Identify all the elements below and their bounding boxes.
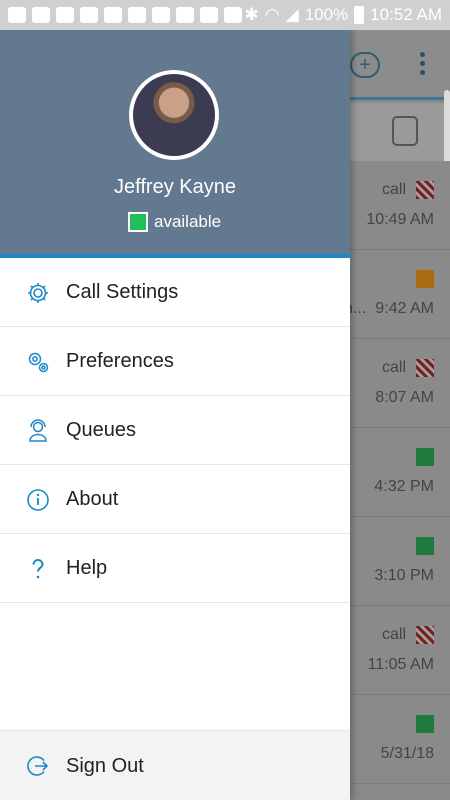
bluetooth-icon: ✱ [244,5,259,24]
row-type: call [381,626,406,643]
signal-icon: ◢ [285,5,299,24]
menu-label: Call Settings [66,281,179,303]
wifi-icon: ◠ [264,5,280,24]
status-marker [416,448,434,466]
status-marker [416,626,434,644]
menu-label: Queues [66,419,137,441]
notification-icon [176,7,194,23]
building-icon[interactable] [392,116,418,146]
presence-status[interactable]: available [128,212,221,232]
notification-icon [32,7,50,23]
row-time: 5/31/18 [380,745,434,762]
notification-icons [8,7,245,23]
battery-icon [354,6,365,24]
notification-icon [80,7,98,23]
notification-icon [128,7,146,23]
gear-icon [28,283,48,303]
row-type: call [381,359,406,376]
user-name: Jeffrey Kayne [114,176,236,198]
overflow-menu-icon[interactable] [420,52,426,76]
info-icon [27,489,49,511]
menu-label: About [66,488,119,510]
notification-icon [200,7,218,23]
avatar[interactable] [129,70,219,160]
add-icon[interactable]: + [350,52,380,78]
status-marker [416,715,434,733]
row-time: 11:05 AM [367,656,434,673]
drawer-menu: Call Settings Preferences Queues About H… [0,258,350,603]
status-marker [416,181,434,199]
battery-percent: 100% [304,5,349,24]
status-marker [416,359,434,377]
navigation-drawer: Jeffrey Kayne available Call Settings Pr… [0,30,350,800]
status-marker [416,270,434,288]
menu-item-call-settings[interactable]: Call Settings [0,258,350,327]
row-time-value: 9:42 AM [375,300,434,317]
question-icon [32,559,44,579]
row-time: 8:07 AM [375,389,434,406]
menu-label: Help [66,557,108,579]
row-time: n... 9:42 AM [344,300,434,318]
row-time: 4:32 PM [374,478,434,495]
drawer-header: Jeffrey Kayne available [0,30,350,258]
menu-item-help[interactable]: Help [0,534,350,603]
status-marker [416,537,434,555]
gears-icon [28,352,49,373]
menu-item-preferences[interactable]: Preferences [0,327,350,396]
sign-out-button[interactable]: Sign Out [0,730,350,800]
sign-out-icon [27,756,49,776]
notification-icon [8,7,26,23]
clock: 10:52 AM [370,5,442,24]
agent-headset-icon [29,419,47,442]
menu-item-about[interactable]: About [0,465,350,534]
available-status-icon [128,212,148,232]
status-bar: ✱ ◠ ◢ 100% 10:52 AM [0,0,450,30]
row-time: 3:10 PM [374,567,434,584]
sign-out-label: Sign Out [66,755,144,777]
row-type: call [381,181,406,198]
menu-label: Preferences [66,350,174,372]
notification-icon [224,7,242,23]
notification-icon [56,7,74,23]
profile-photo [133,74,215,156]
notification-icon [152,7,170,23]
row-time: 10:49 AM [366,211,434,228]
notification-icon [104,7,122,23]
menu-item-queues[interactable]: Queues [0,396,350,465]
presence-label: available [154,212,222,231]
